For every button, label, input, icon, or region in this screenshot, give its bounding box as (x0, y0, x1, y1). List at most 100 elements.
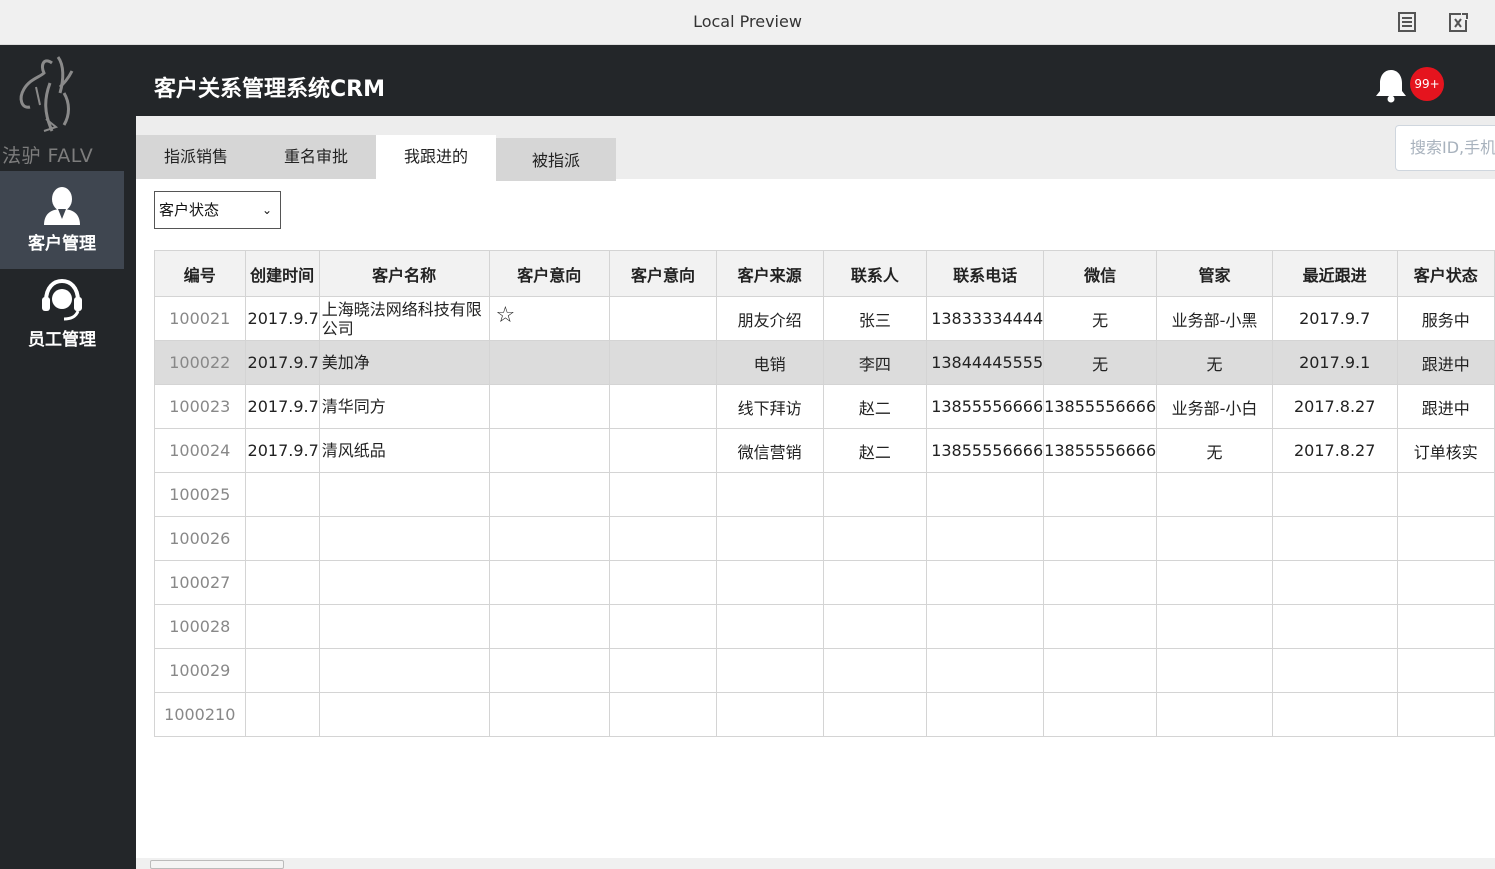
table-cell[interactable] (488, 560, 611, 605)
table-cell: 2017.9.7 (244, 296, 320, 341)
horizontal-scrollbar-thumb[interactable] (150, 860, 284, 869)
table-cell (1156, 516, 1273, 561)
column-header[interactable]: 微信 (1043, 250, 1158, 297)
sidebar-item-label: 客户管理 (28, 234, 96, 254)
table-row[interactable]: 100029 (154, 648, 1495, 693)
table-cell: 2017.9.7 (244, 384, 320, 429)
table-row[interactable]: 100024 2017.9.7 清风纸品 微信营销 赵二 13855556666 13855… (154, 428, 1495, 473)
table-cell (609, 604, 717, 649)
bell-icon[interactable] (1373, 67, 1409, 103)
table-cell[interactable] (488, 340, 611, 385)
table-row[interactable]: 1000210 (154, 692, 1495, 737)
column-header[interactable]: 客户意向 (609, 250, 717, 297)
table-cell (715, 560, 824, 605)
tab-duplicate-approval[interactable]: 重名审批 (256, 135, 376, 179)
tab-assigned-to-me[interactable]: 被指派 (496, 138, 616, 181)
table-row[interactable]: 100023 2017.9.7 清华同方 线下拜访 赵二 13855556666 13855… (154, 384, 1495, 429)
table-cell[interactable] (488, 648, 611, 693)
table-cell (1156, 604, 1273, 649)
headset-icon (42, 278, 82, 321)
column-header[interactable]: 客户状态 (1396, 250, 1495, 297)
table-cell: 赵二 (822, 428, 928, 473)
notification-badge[interactable]: 99+ (1410, 67, 1444, 101)
tab-my-followups[interactable]: 我跟进的 (376, 135, 496, 179)
table-cell (926, 692, 1045, 737)
column-header[interactable]: 管家 (1156, 250, 1273, 297)
table-cell (318, 648, 490, 693)
table-cell[interactable] (488, 692, 611, 737)
table-cell: 100028 (154, 604, 246, 649)
table-cell (1156, 560, 1273, 605)
table-cell (926, 604, 1045, 649)
table-cell[interactable] (488, 384, 611, 429)
column-header[interactable]: 联系电话 (926, 250, 1045, 297)
table-row[interactable]: 100026 (154, 516, 1495, 561)
window-title: Local Preview (693, 12, 802, 31)
table-row[interactable]: 100021 2017.9.7 上海晓法网络科技有限公司 ☆ 朋友介绍 张三 1383333… (154, 296, 1495, 341)
table-cell (1396, 692, 1495, 737)
app-header: 客户关系管理系统CRM 99+ (136, 45, 1495, 116)
customer-table-container: 编号 创建时间 客户名称 客户意向 客户意向 客户来源 联系人 联系电话 微信 管家 最近跟进 客户状… (154, 250, 1495, 856)
table-cell (1043, 604, 1158, 649)
table-cell: 100021 (154, 296, 246, 341)
table-cell[interactable] (488, 428, 611, 473)
table-cell (822, 516, 928, 561)
table-row[interactable]: 100025 (154, 472, 1495, 517)
table-cell (1271, 472, 1398, 517)
table-cell[interactable] (488, 472, 611, 517)
star-icon[interactable]: ☆ (488, 296, 611, 341)
table-cell (1396, 604, 1495, 649)
table-cell (1396, 472, 1495, 517)
column-header[interactable]: 客户意向 (488, 250, 611, 297)
table-row[interactable]: 100022 2017.9.7 美加净 电销 李四 13844445555 无无 2017.9… (154, 340, 1495, 385)
table-cell: 13855556666 (1043, 428, 1158, 473)
table-cell (822, 648, 928, 693)
table-cell (1271, 604, 1398, 649)
window-titlebar: Local Preview (0, 0, 1495, 45)
table-cell: 无 (1156, 428, 1273, 473)
column-header[interactable]: 客户来源 (715, 250, 824, 297)
table-row[interactable]: 100027 (154, 560, 1495, 605)
sidebar-item-employees[interactable]: 员工管理 (0, 263, 124, 361)
column-header[interactable]: 客户名称 (318, 250, 490, 297)
table-cell: 跟进中 (1396, 340, 1495, 385)
sidebar-item-label: 员工管理 (28, 330, 96, 350)
table-cell (926, 560, 1045, 605)
table-cell (244, 604, 320, 649)
table-row[interactable]: 100028 (154, 604, 1495, 649)
table-cell (1271, 560, 1398, 605)
export-icon[interactable] (1447, 11, 1469, 33)
table-cell: 2017.9.7 (244, 428, 320, 473)
app-title: 客户关系管理系统CRM (154, 77, 385, 102)
table-cell: 100023 (154, 384, 246, 429)
table-cell: 100024 (154, 428, 246, 473)
sidebar-item-customers[interactable]: 客户管理 (0, 171, 124, 269)
table-cell (244, 472, 320, 517)
column-header[interactable]: 创建时间 (244, 250, 320, 297)
search-input[interactable]: 搜索ID,手机 (1395, 125, 1495, 171)
table-cell: 跟进中 (1396, 384, 1495, 429)
table-cell: 赵二 (822, 384, 928, 429)
table-cell: 线下拜访 (715, 384, 824, 429)
table-cell (1271, 648, 1398, 693)
table-cell: 2017.8.27 (1271, 384, 1398, 429)
customer-status-select[interactable]: 客户状态 ⌄ (154, 191, 281, 229)
table-cell (1043, 560, 1158, 605)
table-cell (1043, 648, 1158, 693)
table-cell (1396, 516, 1495, 561)
table-cell (244, 516, 320, 561)
horizontal-scrollbar-track[interactable] (136, 858, 1495, 869)
column-header[interactable]: 编号 (154, 250, 246, 297)
brand-logo[interactable]: 法驴 FALV (0, 45, 136, 171)
donkey-logo-icon (19, 56, 74, 132)
table-cell (822, 692, 928, 737)
table-cell: 100027 (154, 560, 246, 605)
document-icon[interactable] (1396, 11, 1418, 33)
column-header[interactable]: 最近跟进 (1271, 250, 1398, 297)
table-cell: 李四 (822, 340, 928, 385)
table-cell[interactable] (488, 604, 611, 649)
tab-assign-sales[interactable]: 指派销售 (136, 135, 256, 179)
column-header[interactable]: 联系人 (822, 250, 928, 297)
table-cell: 张三 (822, 296, 928, 341)
table-cell[interactable] (488, 516, 611, 561)
